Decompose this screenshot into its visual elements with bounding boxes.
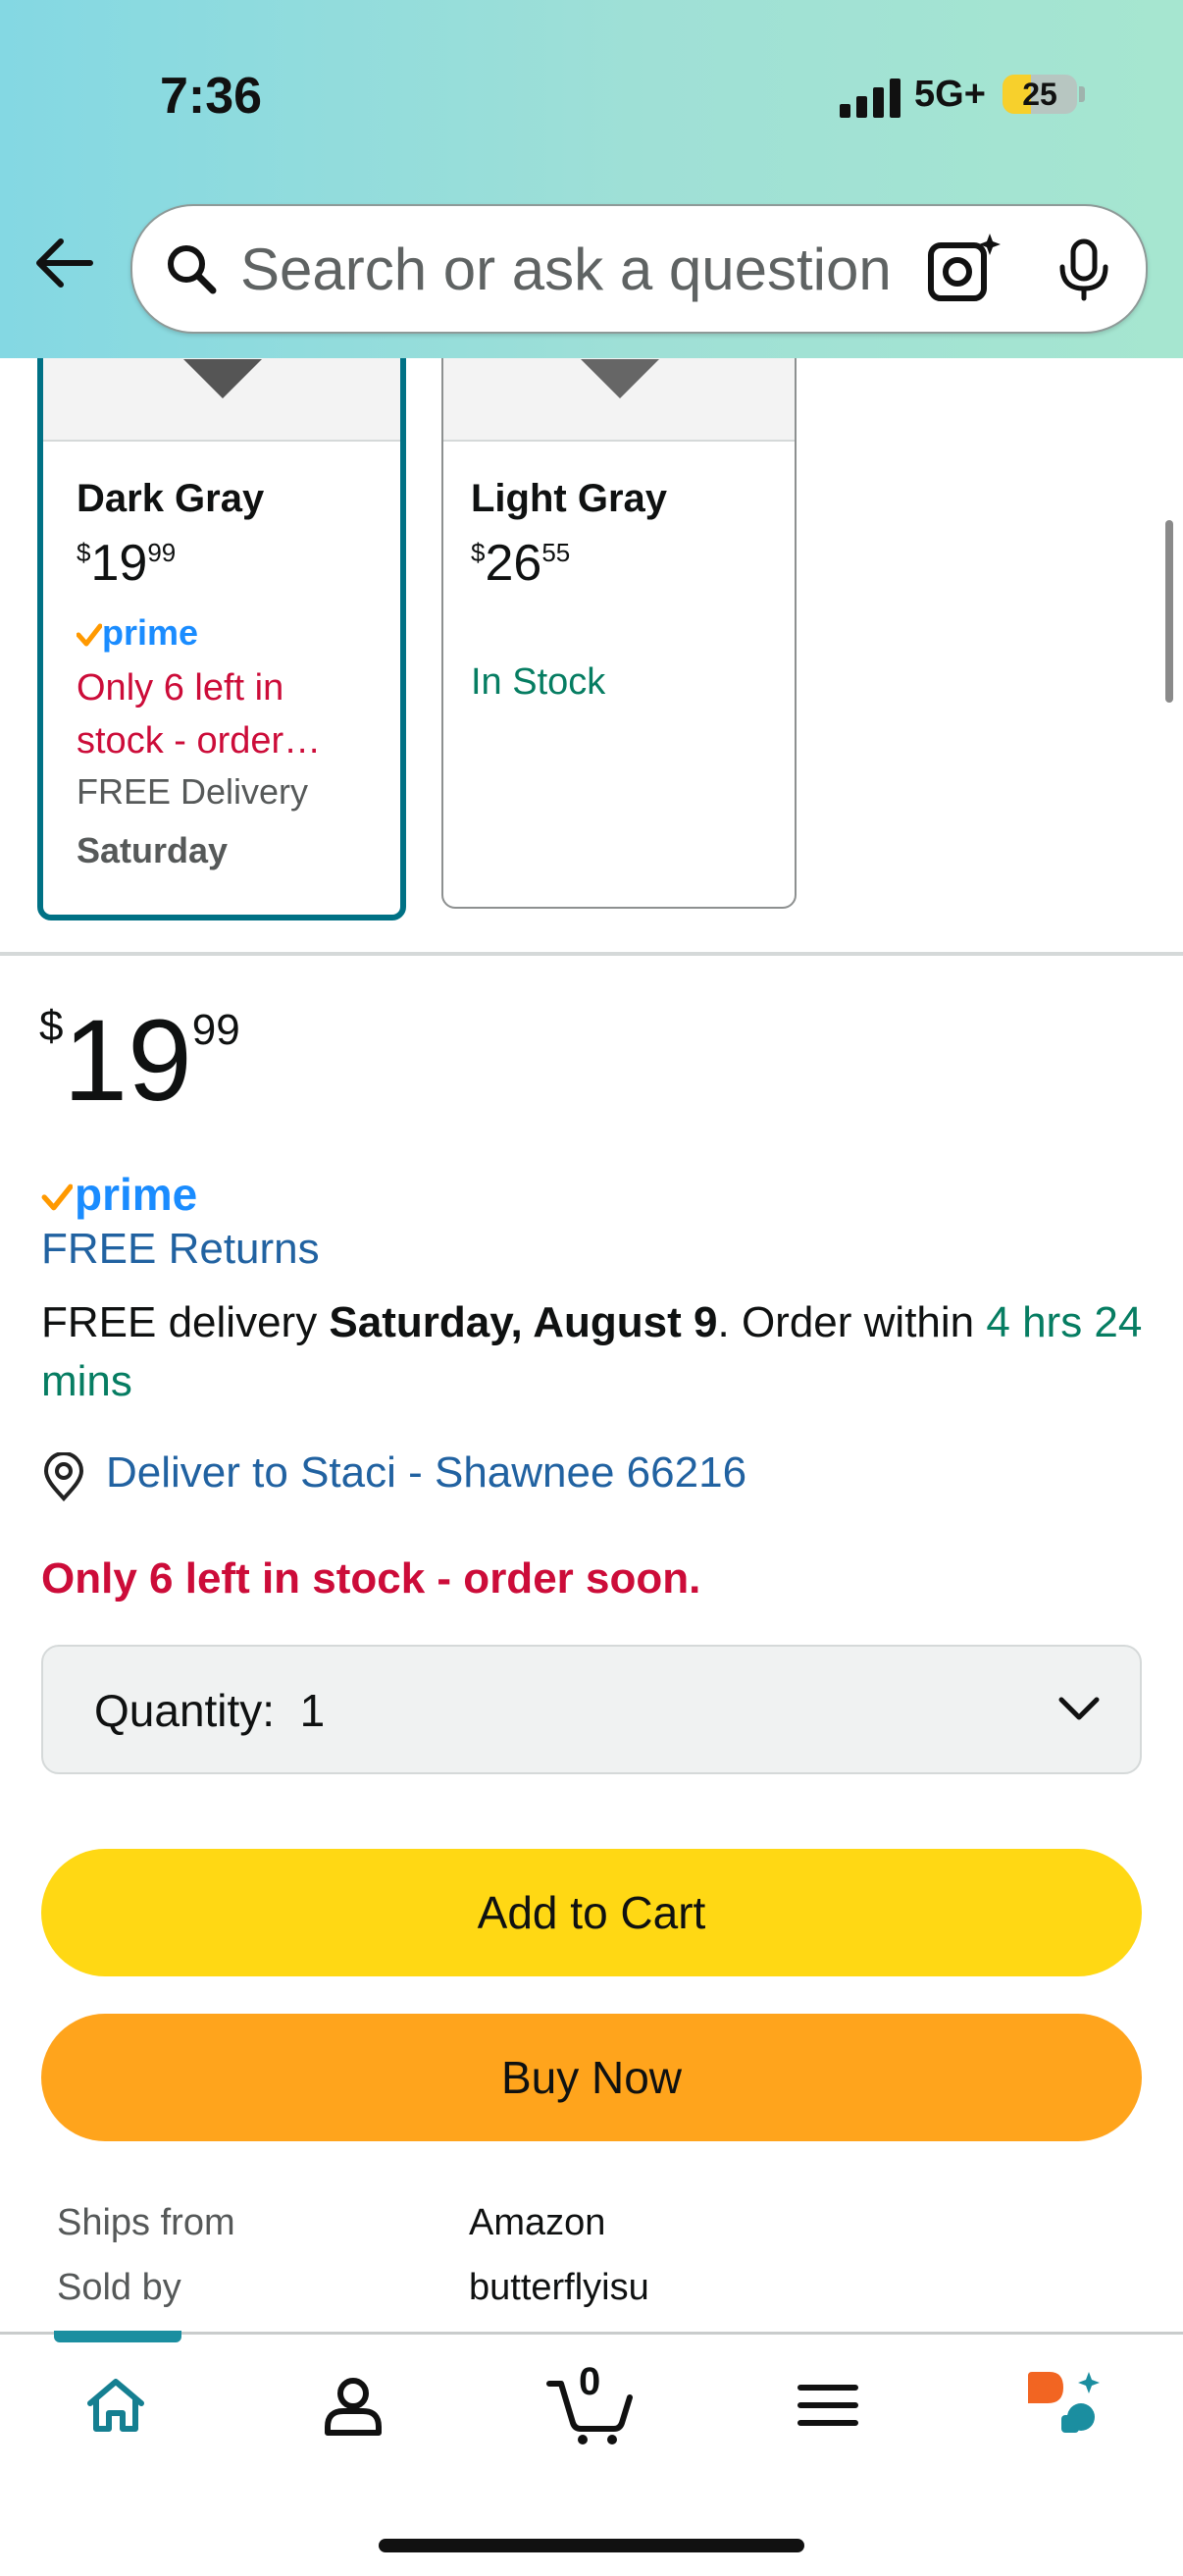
- prime-badge: prime: [77, 612, 214, 656]
- ships-from-label: Ships from: [57, 2202, 235, 2243]
- variant-name: Light Gray: [471, 477, 668, 520]
- chevron-down-icon: [1058, 1697, 1100, 1720]
- back-button[interactable]: [29, 228, 100, 298]
- search-icon: [168, 245, 217, 294]
- bottom-navigation: 0: [0, 2331, 1183, 2576]
- prime-check-icon: [77, 623, 102, 647]
- battery-tip: [1079, 86, 1085, 102]
- scroll-indicator: [1165, 520, 1173, 703]
- variant-price: $1999: [77, 535, 177, 592]
- variant-card-dark-gray[interactable]: Dark Gray $1999 prime Only 6 left in sto…: [37, 275, 406, 920]
- stock-warning: Only 6 left in stock - order soon.: [41, 1554, 701, 1603]
- battery-level: 25: [1022, 77, 1057, 112]
- variant-card-light-gray[interactable]: Light Gray $2655 In Stock: [441, 275, 797, 909]
- variant-price: $2655: [471, 535, 571, 592]
- sold-by-label: Sold by: [57, 2267, 181, 2308]
- delivery-info: FREE delivery Saturday, August 9. Order …: [41, 1298, 1143, 1405]
- search-bar[interactable]: [130, 204, 1148, 334]
- variant-delivery: FREE Delivery: [77, 771, 309, 812]
- product-price: $1999: [39, 996, 240, 1126]
- free-returns-link[interactable]: FREE Returns: [41, 1225, 320, 1274]
- home-icon[interactable]: [84, 2374, 147, 2437]
- prime-check-icon: [41, 1183, 73, 1211]
- variant-delivery-day: Saturday: [77, 830, 229, 870]
- swatch-shape: [183, 359, 262, 398]
- account-icon[interactable]: [322, 2374, 385, 2437]
- buy-now-button[interactable]: Buy Now: [41, 2014, 1142, 2141]
- network-label: 5G+: [914, 74, 986, 115]
- section-divider: [0, 952, 1183, 956]
- back-arrow-icon: [36, 238, 93, 288]
- prime-badge-main: prime: [41, 1168, 237, 1223]
- sold-by-link[interactable]: butterflyisu: [469, 2267, 649, 2309]
- cart-icon[interactable]: [545, 2378, 634, 2446]
- rufus-assistant-icon[interactable]: [1024, 2368, 1103, 2437]
- signal-icon: [840, 77, 900, 118]
- quantity-label: Quantity: 1: [94, 1685, 326, 1736]
- variant-stock-warning: Only 6 left in stock - order…: [77, 667, 322, 762]
- quantity-dropdown[interactable]: Quantity: 1: [41, 1645, 1142, 1774]
- active-tab-indicator: [54, 2331, 181, 2342]
- top-header: 7:36 5G+ 25: [0, 0, 1183, 358]
- location-pin-icon: [43, 1452, 84, 1501]
- variant-name: Dark Gray: [77, 477, 265, 520]
- quantity-value: 1: [299, 1685, 326, 1736]
- home-indicator: [379, 2539, 804, 2552]
- camera-lens-icon[interactable]: [925, 232, 1003, 306]
- swatch-shape: [581, 359, 659, 398]
- microphone-icon[interactable]: [1054, 237, 1113, 302]
- status-time: 7:36: [160, 68, 263, 125]
- ships-from-value: Amazon: [469, 2202, 606, 2243]
- menu-icon[interactable]: [797, 2374, 859, 2437]
- variant-stock-status: In Stock: [471, 661, 606, 703]
- deliver-to-link[interactable]: Deliver to Staci - Shawnee 66216: [41, 1448, 746, 1501]
- battery-icon: 25: [1003, 75, 1077, 114]
- add-to-cart-button[interactable]: Add to Cart: [41, 1849, 1142, 1976]
